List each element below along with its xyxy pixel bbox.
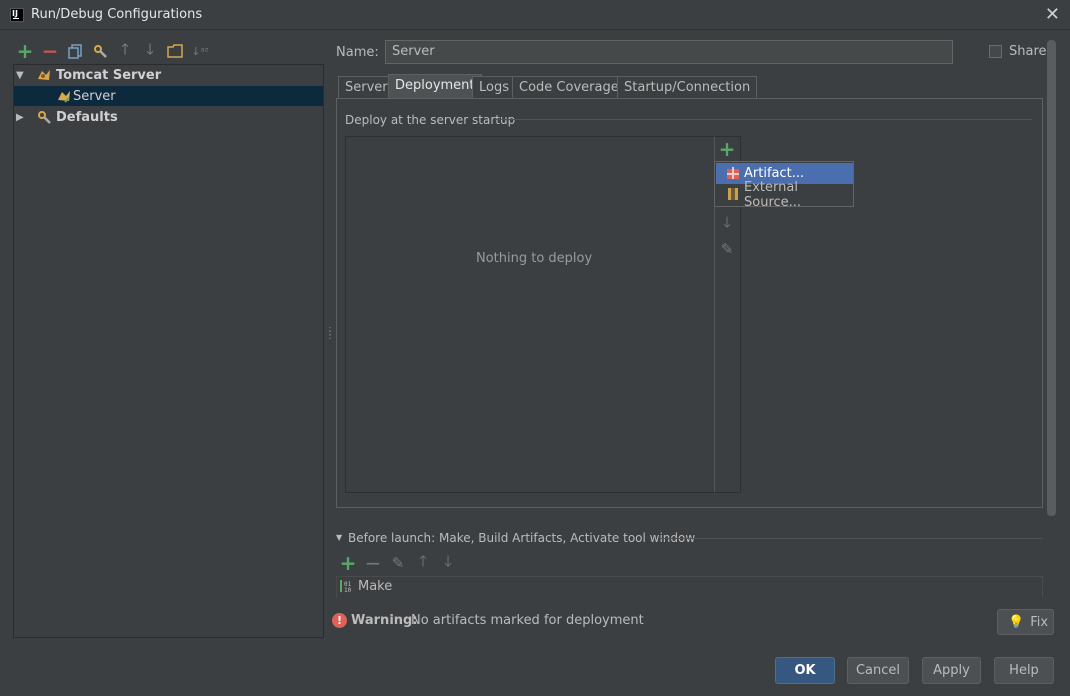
fix-label: Fix — [1030, 614, 1049, 630]
configurations-tree — [13, 64, 324, 638]
section-divider — [660, 538, 1043, 539]
move-up-icon[interactable]: 🡑 — [116, 40, 134, 60]
folder-icon[interactable] — [166, 42, 184, 60]
tree-label-defaults: Defaults — [56, 109, 118, 125]
warning-title: Warning: — [351, 613, 418, 628]
edit-task-icon[interactable]: ✎ — [389, 554, 407, 572]
add-deployment-popup: Artifact... External Source... — [714, 161, 854, 210]
tree-node-server[interactable]: Server — [14, 86, 323, 106]
expand-arrow-icon[interactable]: ▼ — [16, 70, 28, 81]
tab-code-coverage[interactable]: Code Coverage — [512, 76, 626, 99]
add-icon[interactable]: + — [16, 39, 34, 63]
sort-icon[interactable]: ↓ᵃᶻ — [191, 42, 209, 60]
copy-icon[interactable] — [66, 42, 84, 60]
remove-task-icon[interactable]: − — [364, 551, 382, 575]
deploy-section-header: Deploy at the server startup — [345, 113, 516, 127]
before-launch-label: Before launch: Make, Build Artifacts, Ac… — [348, 531, 696, 545]
artifact-icon — [726, 166, 740, 184]
name-label: Name: — [336, 45, 379, 60]
move-down-task-icon[interactable]: 🡓 — [439, 552, 457, 572]
tree-label-server: Server — [73, 88, 116, 104]
tree-node-defaults[interactable]: ▶ Defaults — [16, 107, 323, 127]
edit-defaults-icon[interactable] — [91, 42, 109, 60]
cancel-button[interactable]: Cancel — [847, 657, 909, 684]
tree-node-tomcat-server[interactable]: ▼ Tomcat Server — [16, 65, 323, 85]
share-label: Share — [1009, 44, 1047, 59]
empty-list-text: Nothing to deploy — [476, 251, 593, 266]
fix-button[interactable]: 💡 Fix — [997, 609, 1054, 635]
collapse-arrow-icon[interactable]: ▶ — [16, 112, 28, 123]
intellij-app-icon: IJ — [10, 8, 24, 22]
move-down-icon[interactable]: 🡓 — [141, 40, 159, 60]
tab-startup-connection[interactable]: Startup/Connection — [617, 76, 758, 99]
move-down-deployment-icon[interactable]: 🡓 — [718, 213, 736, 233]
move-up-task-icon[interactable]: 🡑 — [414, 552, 432, 572]
name-input[interactable]: Server — [385, 40, 953, 64]
tomcat-server-icon — [56, 88, 72, 104]
vertical-scrollbar[interactable] — [1047, 40, 1056, 516]
apply-button[interactable]: Apply — [922, 657, 981, 684]
before-launch-item-make[interactable]: Make — [358, 579, 392, 594]
deploy-list[interactable] — [345, 136, 715, 493]
tab-server[interactable]: Server — [338, 76, 395, 99]
before-launch-list — [336, 576, 1043, 598]
tab-deployment[interactable]: Deployment — [388, 74, 482, 99]
add-deployment-icon[interactable]: + — [718, 137, 736, 161]
panel-splitter-handle[interactable]: ⋮ ⋮ — [325, 327, 335, 341]
remove-icon[interactable]: − — [41, 39, 59, 63]
external-source-icon — [726, 187, 740, 205]
make-icon: 01 10 — [340, 579, 354, 596]
popup-item-external-source[interactable]: External Source... — [716, 180, 853, 210]
ok-button[interactable]: OK — [775, 657, 835, 684]
popup-label-external-source: External Source... — [744, 179, 802, 210]
before-launch-collapse-icon[interactable]: ▼ — [336, 533, 342, 542]
svg-text:10: 10 — [344, 587, 352, 593]
add-task-icon[interactable]: + — [339, 551, 357, 575]
help-button[interactable]: Help — [994, 657, 1054, 684]
tomcat-icon — [36, 67, 52, 83]
title-bar: IJ Run/Debug Configurations ✕ — [0, 0, 1070, 30]
defaults-wrench-icon — [36, 109, 52, 125]
window-title: Run/Debug Configurations — [31, 7, 203, 22]
edit-deployment-icon[interactable]: ✎ — [718, 240, 736, 258]
tree-label-tomcat-server: Tomcat Server — [56, 67, 162, 83]
share-checkbox[interactable] — [989, 45, 1002, 58]
section-divider — [495, 119, 1032, 120]
lightbulb-icon: 💡 — [1008, 614, 1025, 630]
tab-logs[interactable]: Logs — [472, 76, 516, 99]
close-window-button[interactable]: ✕ — [1045, 4, 1060, 25]
warning-message: No artifacts marked for deployment — [411, 613, 644, 628]
warning-icon: ! — [332, 613, 347, 628]
